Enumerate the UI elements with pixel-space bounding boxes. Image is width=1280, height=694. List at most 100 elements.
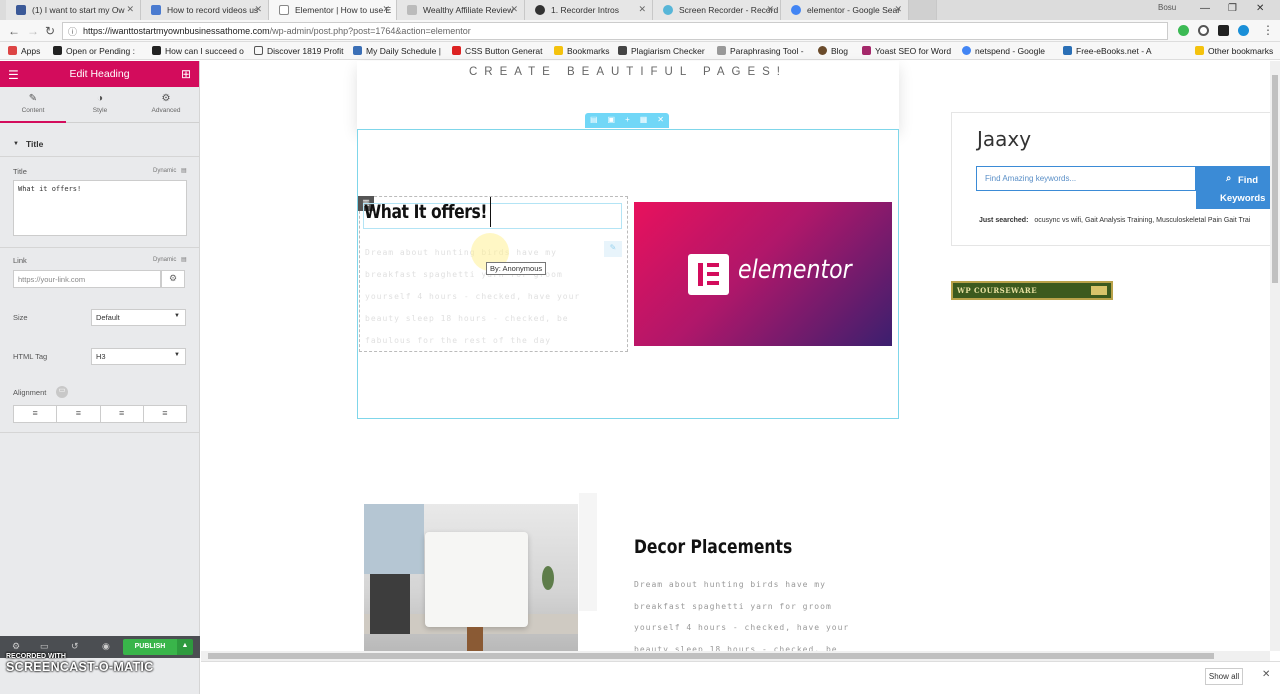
page-icon	[254, 46, 263, 55]
info-icon[interactable]: ⓘ	[68, 25, 77, 38]
alignment-label: Alignment	[13, 388, 47, 397]
settings-gear-icon[interactable]: ⚙	[12, 641, 20, 652]
layers-extension-icon[interactable]	[1218, 25, 1229, 36]
elementor-wordmark: elementor	[738, 255, 852, 285]
align-justify-icon[interactable]: ≡	[144, 406, 186, 422]
bookmark-item[interactable]: Discover 1819 Profit	[254, 46, 344, 56]
scrollbar-thumb[interactable]	[208, 653, 1214, 659]
tab-style[interactable]: ◑ Style	[67, 93, 133, 114]
hamburger-menu-icon[interactable]: ☰	[8, 68, 19, 82]
restore-icon[interactable]: ❐	[1228, 3, 1237, 14]
elementor-banner-image[interactable]: elementor	[634, 202, 892, 346]
database-icon[interactable]: ▤	[181, 256, 187, 263]
widgets-grid-icon[interactable]: ⊞	[181, 67, 191, 81]
bookmark-other[interactable]: Other bookmarks	[1195, 46, 1273, 56]
title-textarea[interactable]: What it offers!	[13, 180, 187, 236]
bookmark-item[interactable]: My Daily Schedule |	[353, 46, 441, 56]
panel-header: ☰ Edit Heading ⊞	[0, 61, 199, 87]
html-tag-select[interactable]: H3 ▼	[91, 348, 186, 365]
database-icon[interactable]: ▤	[181, 167, 187, 174]
facebook-icon	[16, 5, 26, 15]
new-tab-button[interactable]	[909, 0, 937, 20]
screencast-extension-icon[interactable]	[1238, 25, 1249, 36]
bookmark-item[interactable]: CSS Button Generat	[452, 46, 543, 56]
bookmark-item[interactable]: Blog	[818, 46, 848, 56]
duplicate-icon[interactable]: ▣	[608, 115, 616, 128]
browser-tab-3-active[interactable]: Elementor | How to use E ✕	[269, 0, 397, 20]
publish-options-caret-icon[interactable]: ▲	[177, 639, 193, 655]
bookmark-item[interactable]: Paraphrasing Tool -	[717, 46, 804, 56]
history-icon[interactable]: ↺	[71, 641, 79, 652]
add-icon[interactable]: +	[625, 115, 630, 128]
divider	[0, 247, 200, 248]
google-icon	[962, 46, 971, 55]
align-center-icon[interactable]: ≡	[57, 406, 101, 422]
preview-eye-icon[interactable]: ◉	[102, 641, 110, 652]
responsive-monitor-icon[interactable]: ▭	[56, 386, 68, 398]
close-tab-icon[interactable]: ✕	[382, 4, 390, 15]
save-icon[interactable]: ▦	[640, 115, 648, 128]
align-right-icon[interactable]: ≡	[101, 406, 144, 422]
bookmark-apps[interactable]: Apps	[8, 46, 40, 56]
show-all-button[interactable]: Show all	[1205, 668, 1243, 685]
bookmark-item[interactable]: Plagiarism Checker	[618, 46, 705, 56]
find-keywords-button[interactable]: ⌕ Find Keywords	[1196, 166, 1280, 209]
browser-tab-1[interactable]: (1) I want to start my Ow ✕	[6, 0, 141, 20]
minimize-icon[interactable]: —	[1200, 3, 1210, 14]
caret-down-icon[interactable]: ▼	[13, 141, 19, 147]
align-left-icon[interactable]: ≡	[14, 406, 58, 422]
bookmark-item[interactable]: How can I succeed o	[152, 46, 244, 56]
decor-backdrop	[579, 493, 597, 611]
browser-tab-2[interactable]: How to record videos us ✕	[141, 0, 269, 20]
browser-tab-4[interactable]: Wealthy Affiliate Review ✕	[397, 0, 525, 20]
close-window-icon[interactable]: ✕	[1256, 3, 1264, 14]
vertical-scrollbar[interactable]	[1270, 61, 1280, 651]
forward-arrow-icon[interactable]: →	[27, 24, 39, 38]
close-tab-icon[interactable]: ✕	[254, 4, 262, 15]
responsive-icon[interactable]: ▭	[40, 641, 49, 652]
close-tab-icon[interactable]: ✕	[894, 4, 902, 15]
extension-icon[interactable]	[1198, 25, 1209, 36]
reload-icon[interactable]: ↻	[45, 24, 55, 38]
link-input[interactable]: https://your-link.com	[13, 270, 161, 288]
wp-courseware-banner[interactable]: WP COURSEWARE	[951, 281, 1113, 300]
menu-dots-icon[interactable]: ⋮	[1262, 23, 1274, 37]
jaaxy-keyword-input[interactable]: Find Amazing keywords...	[976, 166, 1196, 191]
bookmark-item[interactable]: Bookmarks	[554, 46, 610, 56]
bookmark-item[interactable]: netspend - Google	[962, 46, 1045, 56]
heading-text[interactable]: What It offers!	[364, 201, 487, 223]
edit-pencil-icon[interactable]: ✎	[604, 241, 622, 257]
size-select[interactable]: Default ▼	[91, 309, 186, 326]
close-tab-icon[interactable]: ✕	[510, 4, 518, 15]
author-tooltip: By: Anonymous	[486, 262, 547, 275]
link-options-gear-icon[interactable]: ⚙	[161, 270, 185, 288]
browser-tab-5[interactable]: 1. Recorder Intros ✕	[525, 0, 653, 20]
decor-heading[interactable]: Decor Placements	[634, 536, 792, 558]
grammarly-icon[interactable]	[1178, 25, 1189, 36]
lamp-photo[interactable]	[364, 504, 578, 651]
close-tab-icon[interactable]: ✕	[638, 4, 646, 15]
horizontal-scrollbar[interactable]	[201, 651, 1270, 661]
bookmark-item[interactable]: Free-eBooks.net - A	[1063, 46, 1152, 56]
delete-icon[interactable]: ✕	[657, 115, 664, 128]
back-arrow-icon[interactable]: ←	[8, 24, 20, 38]
screencast-icon	[663, 5, 673, 15]
browser-tab-6[interactable]: Screen Recorder - Record ✕	[653, 0, 781, 20]
browser-tab-7[interactable]: elementor - Google Sear ✕	[781, 0, 909, 20]
section-toolbar: ▤ ▣ + ▦ ✕	[585, 113, 669, 128]
close-tab-icon[interactable]: ✕	[126, 4, 134, 15]
dynamic-label[interactable]: Dynamic	[153, 257, 176, 263]
section-title[interactable]: Title	[26, 139, 43, 149]
url-input[interactable]: ⓘ https://iwanttostartmyownbusinessathom…	[62, 22, 1187, 40]
tab-content[interactable]: ✎ Content	[0, 93, 66, 123]
divider	[0, 432, 200, 433]
bookmark-item[interactable]: Open or Pending :	[53, 46, 135, 56]
section-handle-icon[interactable]: ▤	[590, 115, 598, 128]
dynamic-label[interactable]: Dynamic	[153, 168, 176, 174]
close-download-bar-icon[interactable]: ✕	[1262, 669, 1270, 680]
close-tab-icon[interactable]: ✕	[766, 4, 774, 15]
bookmark-item[interactable]: Yoast SEO for Word	[862, 46, 951, 56]
scrollbar-thumb[interactable]	[1272, 75, 1278, 283]
tab-advanced[interactable]: ⚙ Advanced	[133, 93, 199, 114]
profile-name[interactable]: Bosu	[1158, 3, 1176, 12]
